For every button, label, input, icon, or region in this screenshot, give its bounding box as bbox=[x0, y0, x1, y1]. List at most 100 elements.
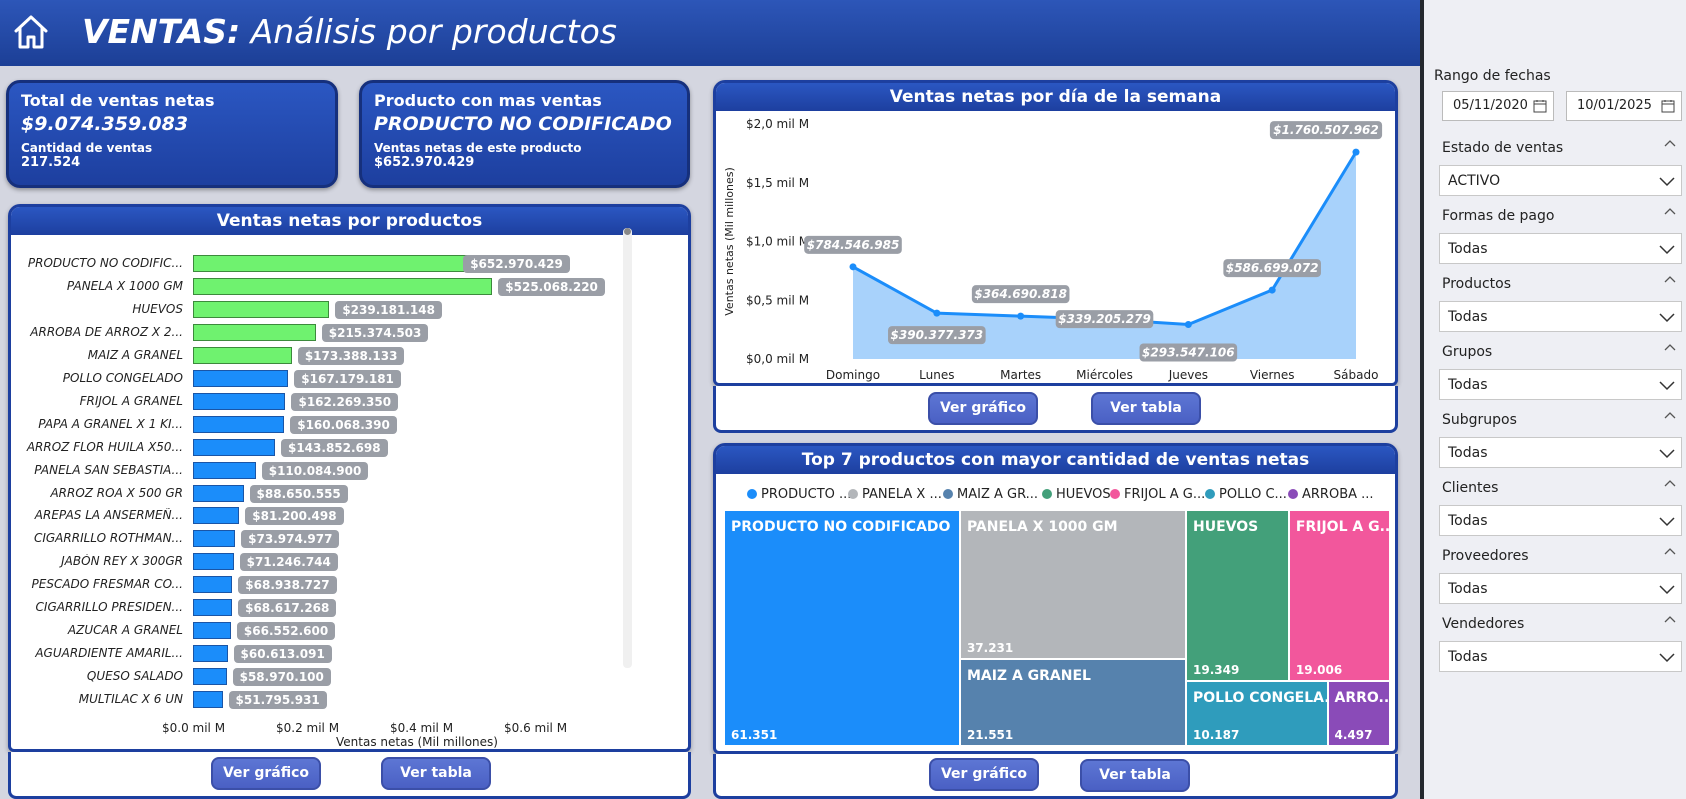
slicer-dropdown[interactable]: Todas bbox=[1439, 301, 1682, 332]
treemap-tile[interactable]: HUEVOS 19.349 bbox=[1187, 511, 1288, 680]
slicer-dropdown[interactable]: Todas bbox=[1439, 437, 1682, 468]
slicer-dropdown[interactable]: ACTIVO bbox=[1439, 165, 1682, 196]
treemap-tile[interactable]: PRODUCTO NO CODIFICADO 61.351 bbox=[725, 511, 959, 745]
treemap-tile-value: 19.006 bbox=[1295, 662, 1343, 677]
week-ver-grafico-button[interactable]: Ver gráfico bbox=[928, 392, 1038, 425]
bar[interactable] bbox=[193, 553, 234, 571]
bar[interactable] bbox=[193, 369, 289, 387]
y-axis-title: Ventas netas (Mil millones) bbox=[723, 167, 736, 315]
bar[interactable] bbox=[193, 346, 292, 364]
slicer-title[interactable]: Vendedores bbox=[1442, 616, 1682, 632]
bar-value-label: $215.374.503 bbox=[321, 323, 429, 342]
treemap-tile[interactable]: POLLO CONGELA... 10.187 bbox=[1187, 681, 1327, 745]
legend-dot bbox=[1205, 489, 1215, 499]
x-category-label: Lunes bbox=[919, 368, 954, 382]
products-ver-tabla-button[interactable]: Ver tabla bbox=[381, 757, 491, 790]
bar[interactable] bbox=[193, 277, 493, 295]
chevron-up-icon[interactable] bbox=[1664, 206, 1676, 218]
date-from-input[interactable]: 05/11/2020 bbox=[1442, 91, 1554, 121]
slicer-dropdown[interactable]: Todas bbox=[1439, 641, 1682, 672]
legend-item[interactable]: MAIZ A GR... bbox=[943, 487, 1038, 502]
chevron-down-icon[interactable] bbox=[1659, 449, 1675, 459]
products-scrollbar[interactable] bbox=[623, 228, 632, 668]
legend-item[interactable]: PANELA X ... bbox=[848, 487, 942, 502]
data-point[interactable] bbox=[849, 263, 857, 271]
calendar-icon[interactable] bbox=[1661, 99, 1675, 113]
chevron-down-icon[interactable] bbox=[1659, 585, 1675, 595]
chevron-up-icon[interactable] bbox=[1664, 138, 1676, 150]
slicer-dropdown[interactable]: Todas bbox=[1439, 369, 1682, 400]
data-point[interactable] bbox=[1184, 321, 1192, 329]
slicer-title[interactable]: Clientes bbox=[1442, 480, 1682, 496]
bar[interactable] bbox=[193, 622, 231, 640]
bar[interactable] bbox=[193, 668, 227, 686]
slicer-value: Todas bbox=[1448, 581, 1488, 597]
bar-category-label: CIGARRILLO PRESIDEN... bbox=[35, 600, 183, 615]
bar[interactable] bbox=[193, 461, 256, 479]
chevron-up-icon[interactable] bbox=[1664, 342, 1676, 354]
home-icon[interactable] bbox=[12, 13, 50, 51]
slicer-dropdown[interactable]: Todas bbox=[1439, 233, 1682, 264]
bar[interactable] bbox=[193, 530, 236, 548]
bar[interactable] bbox=[193, 645, 228, 663]
data-point[interactable] bbox=[1017, 312, 1025, 320]
data-value-label: $784.546.985 bbox=[807, 238, 900, 252]
top-ver-tabla-button[interactable]: Ver tabla bbox=[1080, 759, 1190, 792]
legend-item[interactable]: PRODUCTO ... bbox=[747, 487, 851, 502]
slicer-title[interactable]: Grupos bbox=[1442, 344, 1682, 360]
bar[interactable] bbox=[193, 438, 275, 456]
chevron-down-icon[interactable] bbox=[1659, 653, 1675, 663]
calendar-icon[interactable] bbox=[1533, 99, 1547, 113]
legend-item[interactable]: ARROBA ... bbox=[1288, 487, 1374, 502]
chevron-down-icon[interactable] bbox=[1659, 177, 1675, 187]
x-category-label: Sábado bbox=[1334, 368, 1379, 382]
slicer-title[interactable]: Formas de pago bbox=[1442, 208, 1682, 224]
treemap-tile[interactable]: ARRO... 4.497 bbox=[1328, 681, 1389, 745]
bar[interactable] bbox=[193, 415, 285, 433]
chevron-up-icon[interactable] bbox=[1664, 614, 1676, 626]
legend-item[interactable]: POLLO C... bbox=[1205, 487, 1287, 502]
bar[interactable] bbox=[193, 484, 244, 502]
chevron-up-icon[interactable] bbox=[1664, 410, 1676, 422]
bar[interactable] bbox=[193, 323, 316, 341]
chevron-up-icon[interactable] bbox=[1664, 274, 1676, 286]
treemap-tile[interactable]: FRIJOL A G... 19.006 bbox=[1289, 511, 1389, 680]
products-ver-grafico-button[interactable]: Ver gráfico bbox=[211, 757, 321, 790]
chevron-down-icon[interactable] bbox=[1659, 313, 1675, 323]
bar-category-label: JABÓN REY X 300GR bbox=[61, 554, 183, 569]
chevron-down-icon[interactable] bbox=[1659, 381, 1675, 391]
data-value-label: $390.377.373 bbox=[891, 328, 984, 342]
kpi-top-title: Producto con mas ventas bbox=[374, 91, 602, 110]
treemap-tile[interactable]: PANELA X 1000 GM 37.231 bbox=[960, 511, 1185, 659]
data-point[interactable] bbox=[1268, 286, 1276, 294]
slicer-dropdown[interactable]: Todas bbox=[1439, 505, 1682, 536]
week-ver-tabla-button[interactable]: Ver tabla bbox=[1091, 392, 1201, 425]
chevron-down-icon[interactable] bbox=[1659, 517, 1675, 527]
bar[interactable] bbox=[193, 576, 233, 594]
bar[interactable] bbox=[193, 691, 223, 709]
legend-item[interactable]: FRIJOL A G... bbox=[1110, 487, 1205, 502]
bar[interactable] bbox=[193, 599, 233, 617]
treemap-tile[interactable]: MAIZ A GRANEL 21.551 bbox=[960, 660, 1185, 745]
slicer-title[interactable]: Proveedores bbox=[1442, 548, 1682, 564]
data-point[interactable] bbox=[933, 309, 941, 317]
bar[interactable] bbox=[193, 392, 286, 410]
bar[interactable] bbox=[193, 300, 330, 318]
slicer-title[interactable]: Subgrupos bbox=[1442, 412, 1682, 428]
data-point[interactable] bbox=[1352, 148, 1360, 156]
top-ver-grafico-button[interactable]: Ver gráfico bbox=[929, 758, 1039, 791]
date-to-input[interactable]: 10/01/2025 bbox=[1566, 91, 1682, 121]
scroll-thumb[interactable] bbox=[624, 228, 631, 235]
bar-value-label: $652.970.429 bbox=[463, 255, 570, 273]
slicer-title[interactable]: Productos bbox=[1442, 276, 1682, 292]
chevron-down-icon[interactable] bbox=[1659, 245, 1675, 255]
legend-item[interactable]: HUEVOS bbox=[1042, 487, 1111, 502]
bar[interactable] bbox=[193, 507, 240, 525]
chevron-up-icon[interactable] bbox=[1664, 546, 1676, 558]
products-x-axis-label: Ventas netas (Mil millones) bbox=[336, 735, 498, 749]
slicer-dropdown[interactable]: Todas bbox=[1439, 573, 1682, 604]
slicer-title[interactable]: Estado de ventas bbox=[1442, 140, 1682, 156]
x-tick-label: $0.6 mil M bbox=[504, 721, 568, 735]
chevron-up-icon[interactable] bbox=[1664, 478, 1676, 490]
slicer-value: ACTIVO bbox=[1448, 173, 1501, 189]
